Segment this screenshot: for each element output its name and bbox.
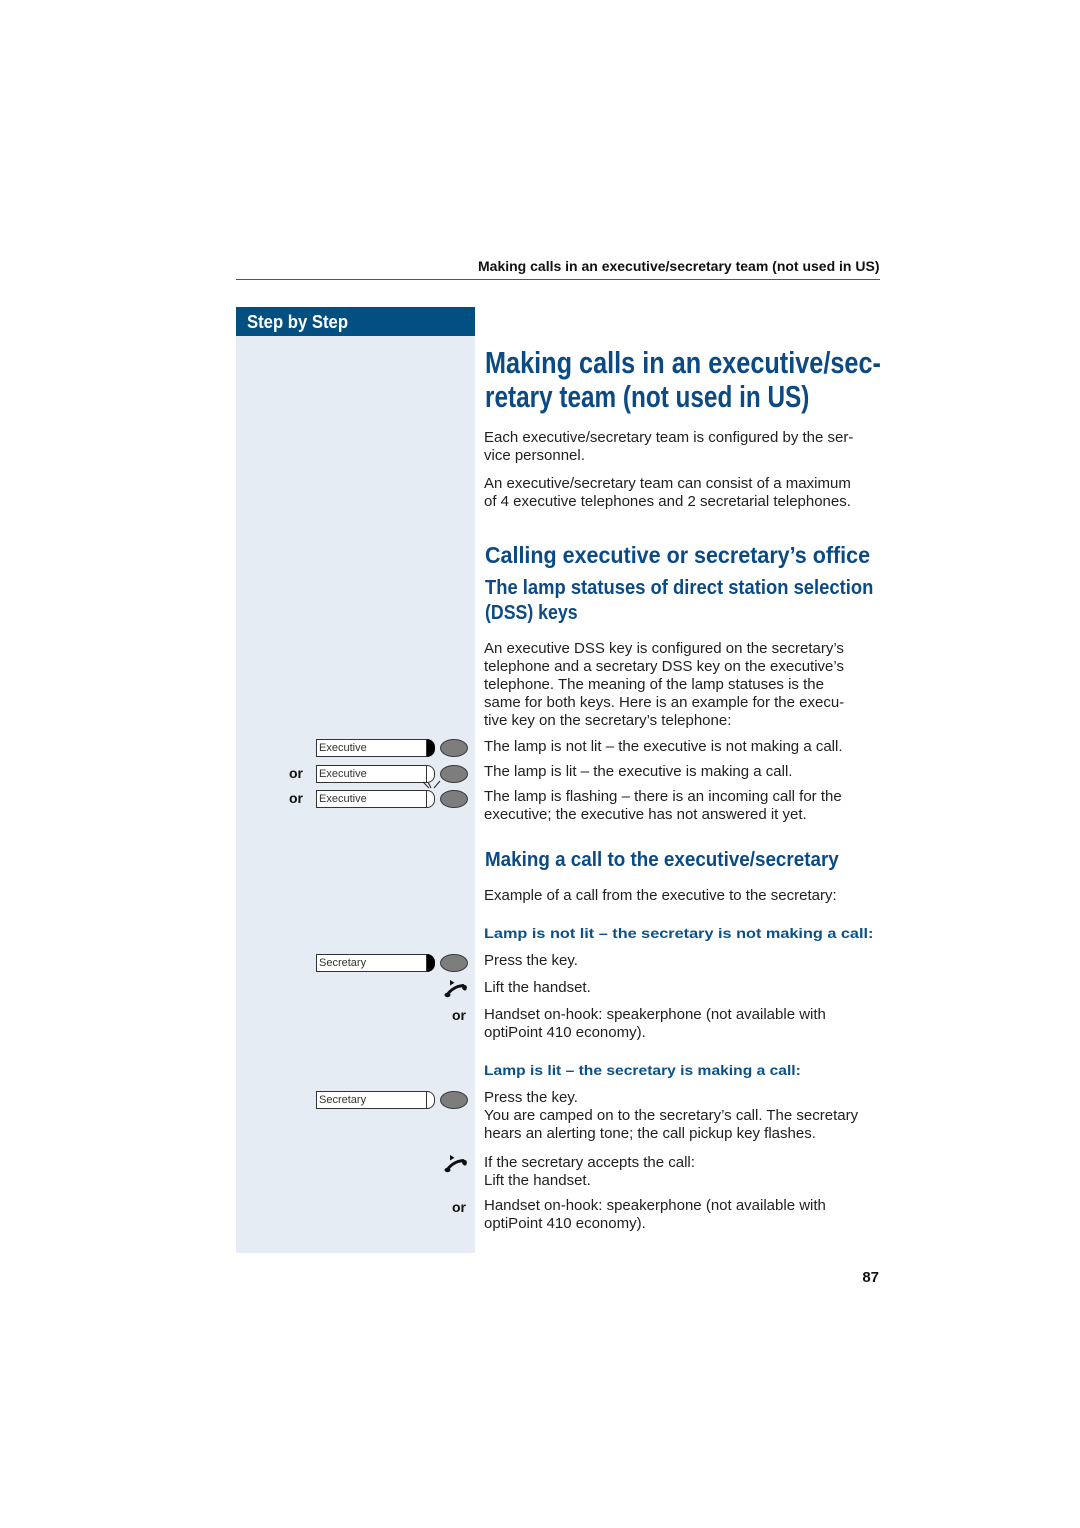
sidebar-header: Step by Step [236, 307, 475, 336]
section-heading-text: Calling executive or secretary’s office [485, 542, 871, 568]
key-button-icon [440, 765, 468, 783]
case-heading-text: Lamp is lit – the secretary is making a … [484, 1063, 801, 1078]
text-line: Lift the handset. [484, 979, 591, 996]
text-line: hears an alerting tone; the call pickup … [484, 1125, 816, 1142]
executive-dss-key: Executive [316, 790, 468, 808]
text-line: optiPoint 410 economy). [484, 1024, 646, 1041]
key-button-icon [440, 954, 468, 972]
text-line: If the secretary accepts the call: [484, 1154, 695, 1171]
subsection-heading-line: (DSS) keys [485, 602, 578, 624]
step-text: Handset on-hook: speakerphone (not avail… [484, 1006, 826, 1042]
case-heading-text: Lamp is not lit – the secretary is not m… [484, 926, 874, 941]
case-heading: Lamp is not lit – the secretary is not m… [484, 925, 873, 943]
page-title-line: Making calls in an executive/sec- [485, 345, 881, 380]
section-heading: Calling executive or secretary’s office [485, 541, 897, 569]
text-line: same for both keys. Here is an example f… [484, 694, 845, 711]
lamp-state-description: The lamp is lit – the executive is makin… [484, 763, 792, 781]
lamp-state-description: The lamp is flashing – there is an incom… [484, 788, 842, 824]
lift-handset-icon [444, 1155, 467, 1173]
text-line: Press the key. [484, 952, 578, 969]
text-line: telephone. The meaning of the lamp statu… [484, 676, 824, 693]
key-button-icon [440, 739, 468, 757]
secretary-dss-key: Secretary [316, 1091, 468, 1109]
or-label: or [289, 790, 303, 806]
or-label: or [289, 765, 303, 781]
page-title-line: retary team (not used in US) [485, 379, 810, 414]
subsection-heading-line: The lamp statuses of direct station sele… [485, 577, 874, 599]
text-line: The lamp is flashing – there is an incom… [484, 788, 842, 805]
page-title: Making calls in an executive/sec- retary… [485, 346, 971, 414]
intro-paragraph: Each executive/secretary team is configu… [484, 429, 853, 465]
text-line: Example of a call from the executive to … [484, 887, 837, 904]
text-line: executive; the executive has not answere… [484, 806, 807, 823]
text-line: The lamp is lit – the executive is makin… [484, 763, 793, 780]
or-label: or [452, 1007, 466, 1023]
text-line: An executive DSS key is configured on th… [484, 640, 844, 657]
text-line: You are camped on to the secretary’s cal… [484, 1107, 859, 1124]
step-text: If the secretary accepts the call: Lift … [484, 1154, 695, 1190]
subsection-heading: The lamp statuses of direct station sele… [485, 576, 907, 626]
lamp-filled-icon [427, 739, 435, 757]
key-label: Executive [316, 739, 427, 757]
example-text: Example of a call from the executive to … [484, 887, 837, 905]
key-label: Executive [316, 765, 427, 783]
step-text: Lift the handset. [484, 979, 591, 997]
key-button-icon [440, 790, 468, 808]
text-line: The lamp is not lit – the executive is n… [484, 738, 843, 755]
executive-dss-key: Executive [316, 765, 468, 783]
page-number: 87 [862, 1269, 879, 1286]
text-line: Handset on-hook: speakerphone (not avail… [484, 1197, 826, 1214]
step-text: Press the key. You are camped on to the … [484, 1089, 858, 1143]
executive-dss-key: Executive [316, 739, 468, 757]
or-label: or [452, 1199, 466, 1215]
text-line: tive key on the secretary’s telephone: [484, 712, 732, 729]
text-line: of 4 executive telephones and 2 secretar… [484, 493, 851, 510]
key-button-icon [440, 1091, 468, 1109]
sidebar-title: Step by Step [247, 312, 349, 332]
lamp-outline-icon [427, 1091, 435, 1109]
text-line: Press the key. [484, 1089, 578, 1106]
case-heading: Lamp is lit – the secretary is making a … [484, 1062, 801, 1080]
step-text: Handset on-hook: speakerphone (not avail… [484, 1197, 826, 1233]
key-label: Secretary [316, 1091, 427, 1109]
text-line: optiPoint 410 economy). [484, 1215, 646, 1232]
running-header: Making calls in an executive/secretary t… [478, 257, 879, 275]
intro-paragraph: An executive/secretary team can consist … [484, 475, 851, 511]
subsection-heading-text: Making a call to the executive/secretary [485, 849, 839, 871]
step-text: Press the key. [484, 952, 578, 970]
text-line: Handset on-hook: speakerphone (not avail… [484, 1006, 826, 1023]
header-rule [236, 279, 880, 280]
lamp-filled-icon [427, 954, 435, 972]
text-line: vice personnel. [484, 447, 585, 464]
dss-paragraph: An executive DSS key is configured on th… [484, 640, 844, 730]
secretary-dss-key: Secretary [316, 954, 468, 972]
lamp-flashing-icon [427, 790, 435, 808]
text-line: Lift the handset. [484, 1172, 591, 1189]
lamp-state-description: The lamp is not lit – the executive is n… [484, 738, 843, 756]
text-line: An executive/secretary team can consist … [484, 475, 851, 492]
text-line: Each executive/secretary team is configu… [484, 429, 854, 446]
subsection-heading: Making a call to the executive/secretary [485, 848, 861, 873]
text-line: telephone and a secretary DSS key on the… [484, 658, 844, 675]
key-label: Executive [316, 790, 427, 808]
lift-handset-icon [444, 980, 467, 998]
running-header-text: Making calls in an executive/secretary t… [478, 258, 880, 274]
key-label: Secretary [316, 954, 427, 972]
